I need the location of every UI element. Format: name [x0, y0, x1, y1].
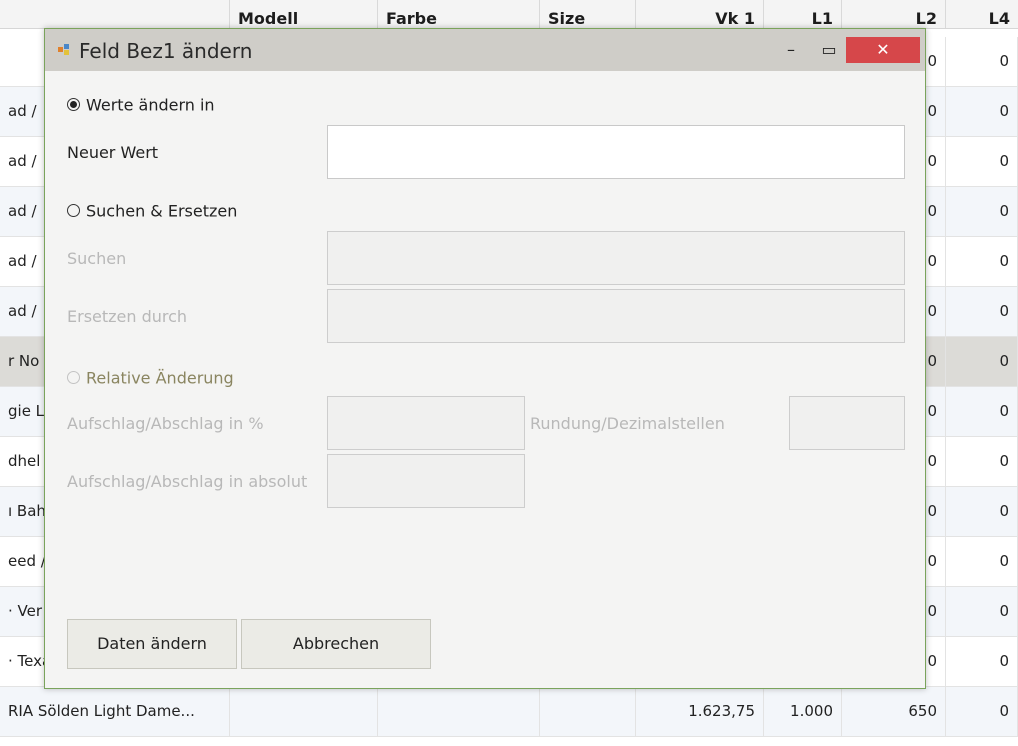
rundung-input[interactable] — [789, 396, 905, 450]
grid-header: Modell Farbe Size Vk 1 L1 L2 L4 — [0, 0, 1018, 29]
dialog-title: Feld Bez1 ändern — [79, 39, 253, 63]
label-aufschlag-prozent: Aufschlag/Abschlag in % — [67, 414, 264, 433]
radio-werte-aendern[interactable]: Werte ändern in — [67, 93, 215, 117]
cell-l4[interactable]: 0 — [946, 437, 1018, 486]
cell-l1[interactable]: 1.000 — [764, 687, 842, 736]
column-header-modell[interactable]: Modell — [230, 0, 378, 28]
cell-l4[interactable]: 0 — [946, 337, 1018, 386]
cell-l4[interactable]: 0 — [946, 487, 1018, 536]
neuer-wert-input[interactable] — [327, 125, 905, 179]
column-header-size[interactable]: Size — [540, 0, 636, 28]
abbrechen-button[interactable]: Abbrechen — [241, 619, 431, 669]
app-icon — [58, 44, 69, 55]
radio-suchen-ersetzen[interactable]: Suchen & Ersetzen — [67, 199, 237, 223]
cell-l4[interactable]: 0 — [946, 37, 1018, 86]
daten-aendern-button[interactable]: Daten ändern — [67, 619, 237, 669]
cell-l4[interactable]: 0 — [946, 137, 1018, 186]
cell-bezeichnung[interactable]: RIA Sölden Light Dame... — [0, 687, 230, 736]
cell-size[interactable] — [540, 687, 636, 736]
ersetzen-input[interactable] — [327, 289, 905, 343]
cell-l2[interactable]: 650 — [842, 687, 946, 736]
column-header-l4[interactable]: L4 — [946, 0, 1018, 28]
column-header-bez[interactable] — [0, 0, 230, 28]
cell-l4[interactable]: 0 — [946, 187, 1018, 236]
label-suchen: Suchen — [67, 249, 127, 268]
cell-modell[interactable] — [230, 687, 378, 736]
label-ersetzen-durch: Ersetzen durch — [67, 307, 188, 326]
cell-vk1[interactable]: 1.623,75 — [636, 687, 764, 736]
radio-relative-aenderung[interactable]: Relative Änderung — [67, 366, 234, 390]
cell-l4[interactable]: 0 — [946, 387, 1018, 436]
aufschlag-absolut-input[interactable] — [327, 454, 525, 508]
radio-checked-icon — [67, 97, 80, 111]
cell-l4[interactable]: 0 — [946, 587, 1018, 636]
suchen-input[interactable] — [327, 231, 905, 285]
label-rundung: Rundung/Dezimalstellen — [530, 414, 725, 433]
cell-l4[interactable]: 0 — [946, 87, 1018, 136]
cell-l4[interactable]: 0 — [946, 237, 1018, 286]
dialog-titlebar[interactable]: Feld Bez1 ändern – ▭ ✕ — [45, 29, 925, 71]
column-header-l1[interactable]: L1 — [764, 0, 842, 28]
cell-l4[interactable]: 0 — [946, 537, 1018, 586]
radio-relativ-label: Relative Änderung — [86, 368, 234, 388]
column-header-vk1[interactable]: Vk 1 — [636, 0, 764, 28]
radio-suchen-label: Suchen & Ersetzen — [86, 201, 238, 221]
radio-disabled-icon — [67, 370, 80, 384]
label-aufschlag-absolut: Aufschlag/Abschlag in absolut — [67, 472, 308, 491]
radio-werte-label: Werte ändern in — [86, 95, 215, 115]
aufschlag-prozent-input[interactable] — [327, 396, 525, 450]
cell-farbe[interactable] — [378, 687, 540, 736]
radio-unchecked-icon — [67, 203, 80, 217]
cell-l4[interactable]: 0 — [946, 687, 1018, 736]
label-neuer-wert: Neuer Wert — [67, 143, 159, 162]
column-header-farbe[interactable]: Farbe — [378, 0, 540, 28]
cell-l4[interactable]: 0 — [946, 637, 1018, 686]
column-header-l2[interactable]: L2 — [842, 0, 946, 28]
edit-field-dialog: Feld Bez1 ändern – ▭ ✕ Werte ändern in N… — [44, 28, 926, 689]
table-row[interactable]: RIA Sölden Light Dame... 1.623,75 1.000 650… — [0, 687, 1018, 737]
cell-l4[interactable]: 0 — [946, 287, 1018, 336]
close-button[interactable]: ✕ — [846, 37, 920, 63]
